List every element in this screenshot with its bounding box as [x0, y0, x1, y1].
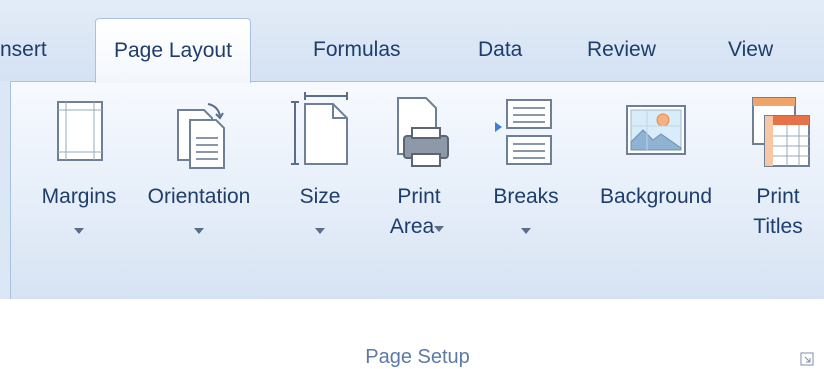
margins-icon	[57, 101, 103, 161]
background-label: Background	[599, 185, 713, 208]
background-button[interactable]: Background	[581, 82, 731, 262]
margins-dropdown-icon	[74, 228, 84, 234]
print-area-dropdown-icon	[434, 226, 445, 232]
ribbon-tab-bar: nsert Page Layout Formulas Data Review V…	[0, 0, 824, 83]
size-label: Size	[299, 185, 341, 208]
breaks-icon	[495, 99, 552, 165]
print-titles-icon	[752, 97, 810, 167]
ribbon-left-edge	[0, 81, 10, 299]
print-titles-label-2: Titles	[753, 215, 803, 238]
print-area-label-1: Print	[397, 185, 441, 208]
print-titles-label-1: Print	[756, 185, 800, 208]
tab-insert[interactable]: nsert	[0, 30, 47, 70]
page-setup-group-label: Page Setup	[365, 346, 470, 368]
page-setup-group: Margins Orientation Size Print Area Brea…	[10, 81, 824, 368]
margins-label: Margins	[41, 185, 117, 208]
breaks-label: Breaks	[493, 185, 559, 208]
size-dropdown-icon	[315, 228, 325, 234]
breaks-button[interactable]: Breaks	[483, 82, 569, 262]
size-button[interactable]: Size	[287, 82, 353, 262]
background-icon	[626, 105, 686, 155]
size-icon	[291, 92, 348, 165]
tab-review[interactable]: Review	[587, 30, 656, 70]
print-area-label-2: Area	[389, 215, 435, 238]
orientation-label: Orientation	[147, 185, 251, 208]
print-titles-button[interactable]: Print Titles	[741, 82, 815, 262]
tab-view[interactable]: View	[728, 30, 773, 70]
print-area-icon	[397, 97, 449, 167]
orientation-icon	[177, 103, 225, 169]
tab-data[interactable]: Data	[478, 30, 522, 70]
dialog-launcher-icon[interactable]	[800, 352, 814, 366]
margins-button[interactable]: Margins	[29, 82, 129, 262]
print-area-button[interactable]: Print Area	[377, 82, 461, 262]
breaks-dropdown-icon	[521, 228, 531, 234]
tab-page-layout[interactable]: Page Layout	[95, 18, 251, 83]
orientation-dropdown-icon	[194, 228, 204, 234]
orientation-button[interactable]: Orientation	[129, 82, 269, 262]
tab-formulas[interactable]: Formulas	[313, 30, 401, 70]
